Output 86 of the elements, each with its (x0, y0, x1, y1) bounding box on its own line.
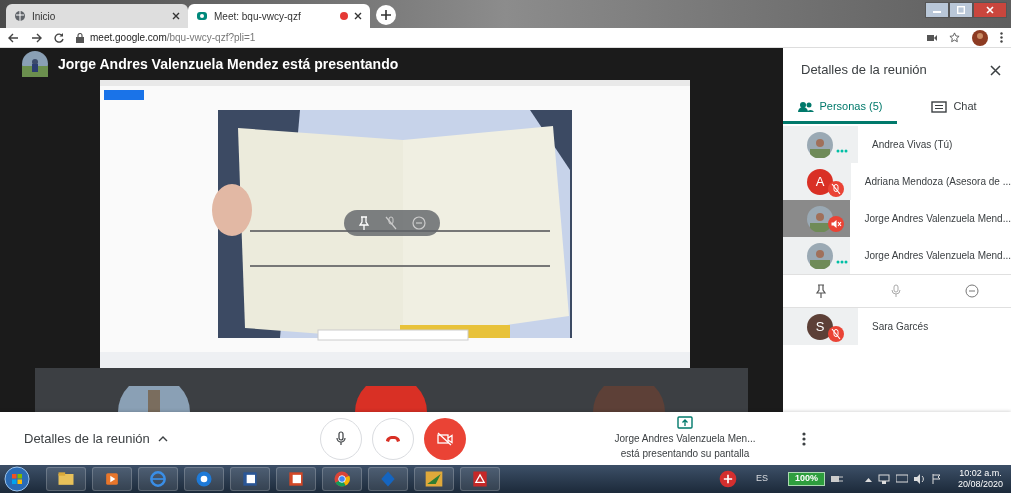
more-options-icon[interactable] (802, 431, 806, 446)
panel-title: Detalles de la reunión (801, 61, 927, 80)
volume-icon[interactable] (913, 474, 926, 484)
remove-icon[interactable] (965, 284, 979, 298)
pin-icon[interactable] (815, 284, 827, 298)
participant-row[interactable]: Andrea Vivas (Tú) (783, 126, 1011, 163)
antivirus-icon[interactable] (717, 469, 738, 489)
microphone-button[interactable] (320, 417, 362, 460)
new-tab-button[interactable] (376, 5, 396, 25)
participant-name: Jorge Andres Valenzuela Mend... (864, 249, 1011, 263)
people-icon (797, 100, 814, 113)
present-screen-icon (677, 416, 693, 429)
maximize-icon (957, 6, 965, 14)
taskbar-button[interactable] (92, 467, 132, 491)
flag-icon[interactable] (931, 474, 942, 484)
presenting-status: está presentando su pantalla (620, 447, 750, 461)
bird-app-icon (424, 469, 444, 489)
clock[interactable]: 10:02 a.m. 20/08/2020 (957, 468, 1003, 490)
menu-icon[interactable] (1000, 32, 1003, 43)
back-icon[interactable] (8, 32, 19, 43)
maximize-button[interactable] (949, 2, 973, 18)
avatar-photo-icon (807, 205, 833, 232)
participant-name: Andrea Vivas (Tú) (872, 138, 953, 152)
language-indicator: ES (755, 472, 768, 486)
lock-icon (76, 32, 84, 43)
taskbar-button[interactable] (46, 467, 86, 491)
camera-icon[interactable] (927, 33, 937, 42)
phone-icon (385, 434, 401, 443)
close-icon[interactable] (354, 12, 362, 20)
chevron-up-icon (157, 435, 168, 442)
participant-row[interactable]: Jorge Andres Valenzuela Mend... (783, 237, 1011, 274)
tray-arrow-icon[interactable] (864, 476, 872, 482)
meeting-details-button[interactable]: Detalles de la reunión (0, 428, 320, 449)
globe-icon (14, 10, 26, 22)
mic-icon (336, 431, 346, 446)
presentation-app-icon (286, 469, 306, 489)
avatar-photo-icon (807, 242, 833, 269)
taskbar-button[interactable] (414, 467, 454, 491)
plug-icon (830, 475, 843, 483)
taskbar-button[interactable] (460, 467, 500, 491)
meet-icon (196, 10, 208, 22)
star-icon[interactable] (949, 32, 960, 43)
presenter-title: Jorge Andres Valenzuela Mendez está presentando (58, 54, 399, 74)
participant-name: Sara Garcés (872, 320, 929, 334)
chrome-icon (332, 469, 352, 489)
browser-icon (148, 469, 168, 489)
close-icon[interactable] (172, 12, 180, 20)
start-orb-icon[interactable] (4, 466, 30, 492)
document-app-icon (240, 469, 260, 489)
avatar-photo-icon (807, 131, 833, 158)
browser-tab[interactable]: Inicio (6, 4, 188, 28)
reload-icon[interactable] (54, 32, 64, 43)
presenter-name: Jorge Andres Valenzuela Men... (614, 432, 756, 446)
taskbar-button[interactable] (184, 467, 224, 491)
browser-tab[interactable]: Meet: bqu-vwcy-qzf (188, 4, 370, 28)
close-icon (986, 6, 994, 14)
panel-tab[interactable]: Chat (897, 92, 1011, 124)
participant-name: Jorge Andres Valenzuela Mend... (864, 212, 1011, 226)
mic-off-icon[interactable] (385, 216, 397, 230)
monitor-icon[interactable] (895, 474, 908, 484)
taskbar-button[interactable] (322, 467, 362, 491)
participant-row[interactable]: S Sara Garcés (783, 308, 1011, 345)
avatar-letter: S (807, 313, 833, 340)
pdf-app-icon (470, 469, 490, 489)
app-circle-icon (194, 469, 214, 489)
hang-up-button[interactable] (372, 417, 414, 460)
forward-icon[interactable] (31, 32, 42, 43)
taskbar-button[interactable] (276, 467, 316, 491)
camera-off-icon (437, 431, 453, 446)
tab-title: Inicio (32, 9, 57, 24)
close-window-button[interactable] (973, 2, 1007, 18)
plus-icon (381, 10, 391, 20)
participant-name: Adriana Mendoza (Asesora de ... (864, 175, 1011, 189)
participant-row[interactable]: A Adriana Mendoza (Asesora de ... (783, 163, 1011, 200)
tab-title: Meet: bqu-vwcy-qzf (214, 9, 302, 24)
profile-avatar-icon[interactable] (972, 29, 988, 46)
avatar-letter: A (807, 168, 833, 195)
camera-button[interactable] (424, 417, 466, 460)
address-field[interactable]: meet.google.com/bqu-vwcy-qzf?pli=1 (90, 30, 256, 45)
close-icon[interactable] (990, 64, 1001, 76)
chat-icon (931, 100, 948, 113)
network-icon[interactable] (877, 474, 890, 484)
participant-row[interactable]: Jorge Andres Valenzuela Mend... (783, 200, 1011, 237)
minimize-button[interactable] (925, 2, 949, 18)
taskbar-button[interactable] (230, 467, 270, 491)
avatar-photo-icon (22, 51, 48, 77)
